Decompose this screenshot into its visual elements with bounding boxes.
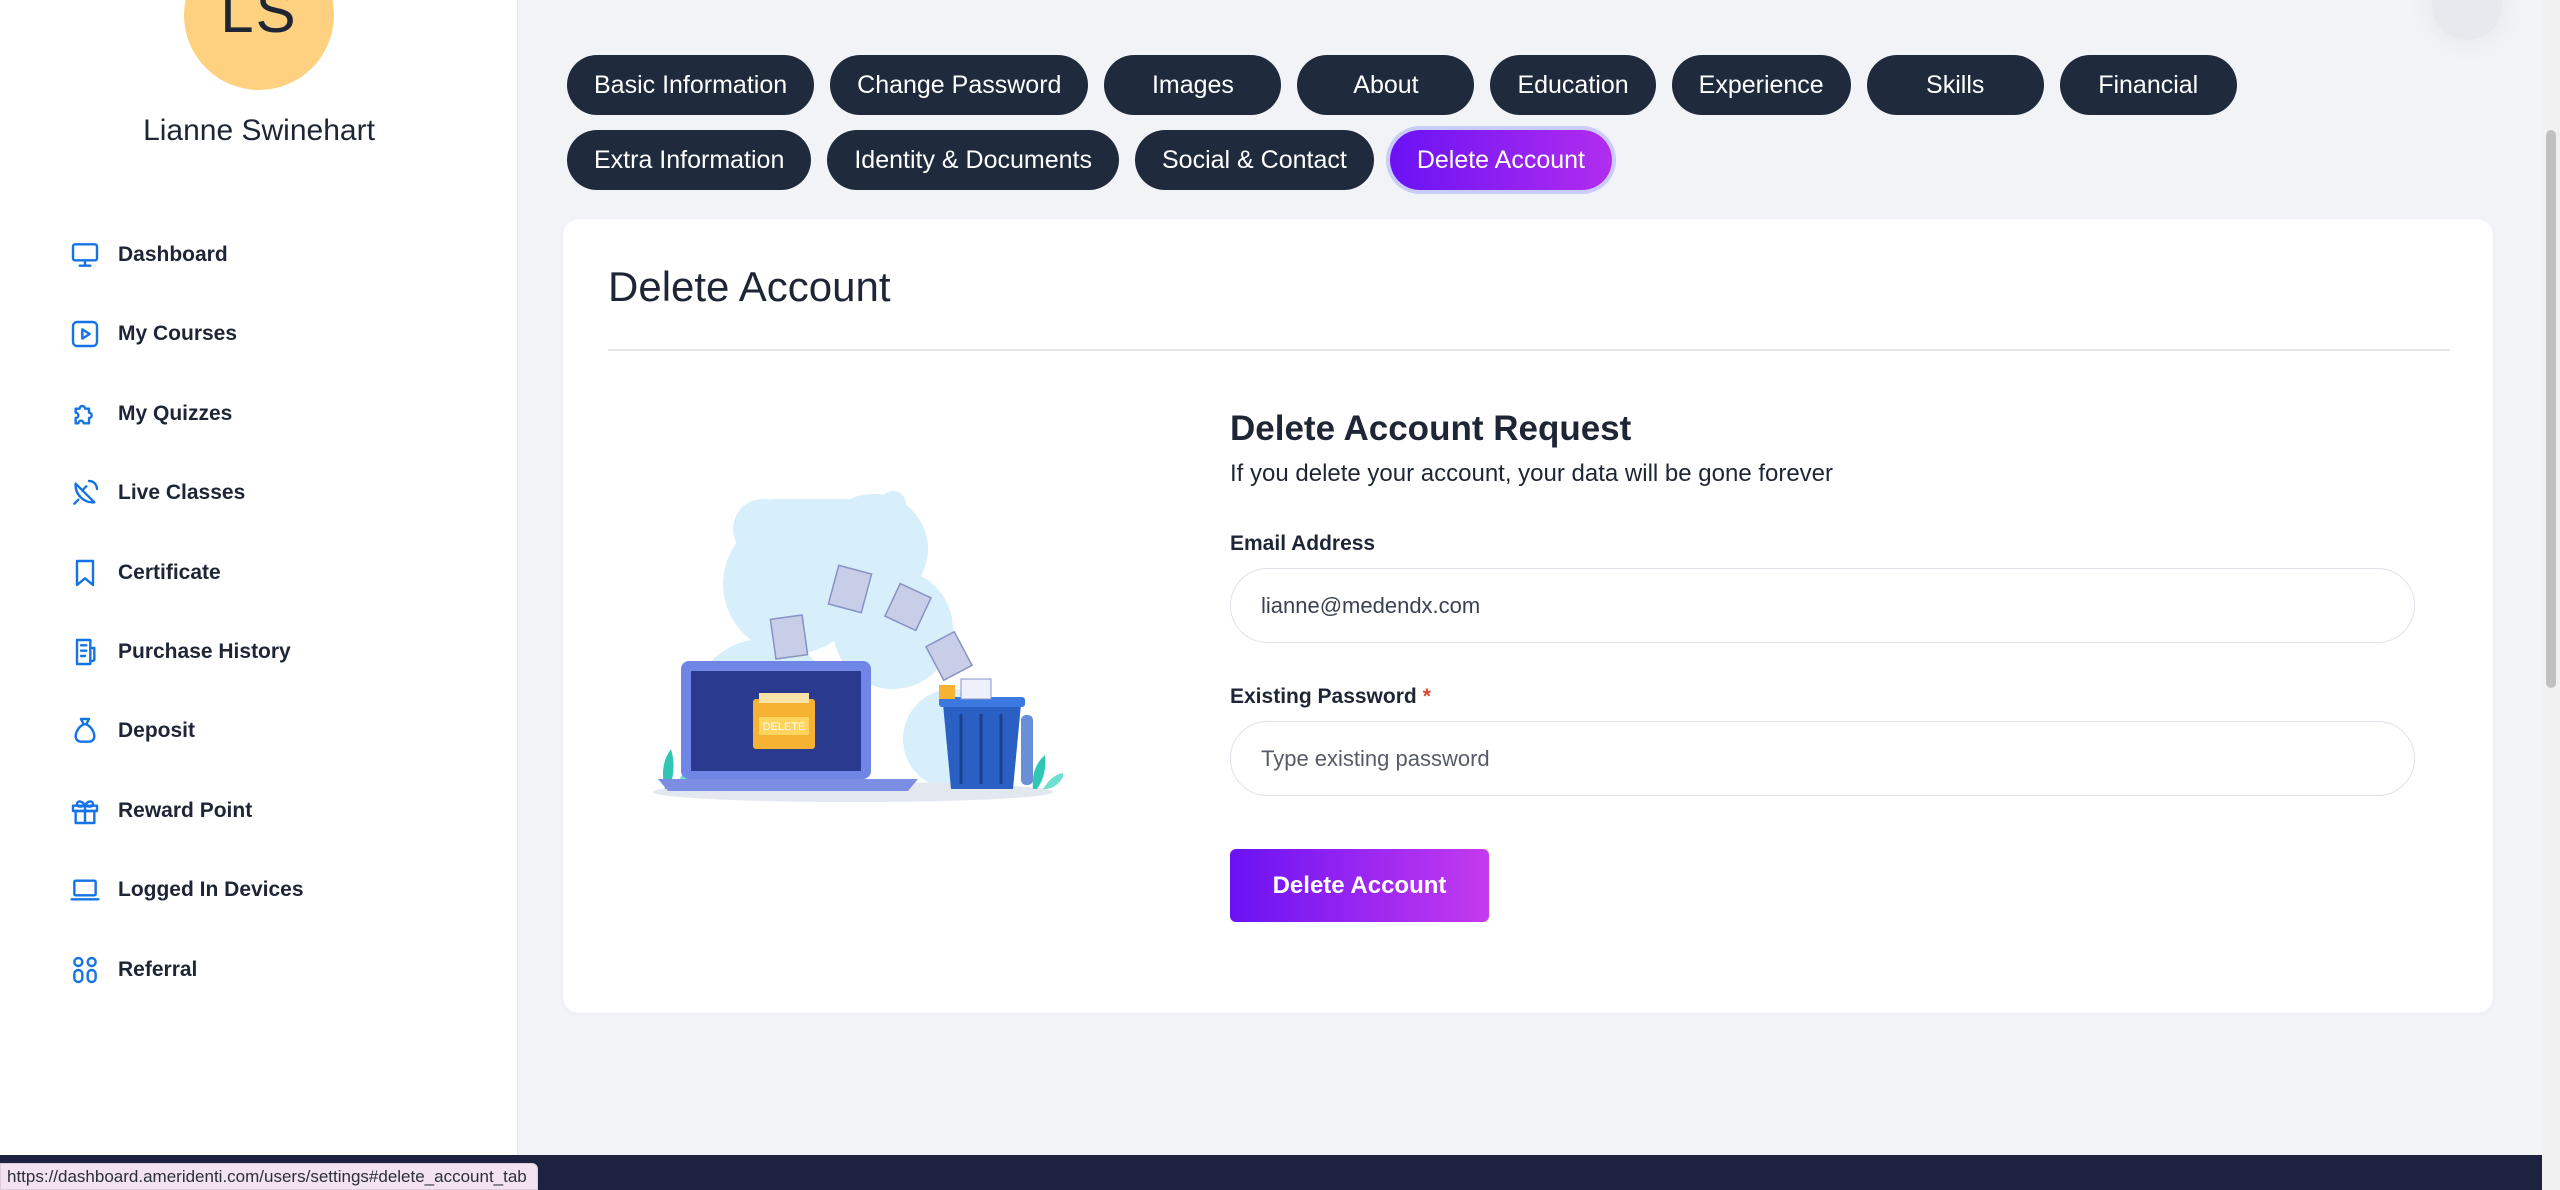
laptop-icon — [68, 873, 102, 907]
sidebar-item-label: Certificate — [118, 560, 221, 584]
sidebar-item-logged-in-devices[interactable]: Logged In Devices — [68, 870, 304, 910]
tab-identity-documents[interactable]: Identity & Documents — [827, 130, 1119, 190]
monitor-icon — [68, 238, 102, 272]
sidebar-item-label: Live Classes — [118, 481, 246, 505]
card-title: Delete Account — [608, 263, 891, 310]
users-icon — [68, 953, 102, 987]
sidebar-item-certificate[interactable]: Certificate — [68, 553, 304, 593]
sidebar-item-label: Reward Point — [118, 798, 253, 822]
tab-row-1: Basic Information Change Password Images… — [567, 55, 2367, 115]
settings-tabs: Basic Information Change Password Images… — [567, 55, 2367, 205]
user-name: Lianne Swinehart — [143, 114, 375, 147]
sidebar-item-live-classes[interactable]: Live Classes — [68, 473, 304, 513]
main-content: Basic Information Change Password Images… — [518, 0, 2542, 1155]
tab-basic-information[interactable]: Basic Information — [567, 55, 815, 115]
delete-account-button[interactable]: Delete Account — [1230, 849, 1489, 922]
email-label: Email Address — [1230, 532, 1376, 555]
delete-data-illustration: DELETE — [653, 491, 1063, 802]
scrollbar-thumb[interactable] — [2546, 130, 2556, 688]
email-field[interactable] — [1230, 568, 2415, 643]
tab-about[interactable]: About — [1297, 55, 1475, 115]
sidebar-item-label: Deposit — [118, 719, 196, 743]
delete-account-form: Delete Account Request If you delete you… — [1230, 409, 2415, 922]
page-heading-cutoff — [1238, 0, 1338, 4]
sidebar-item-dashboard[interactable]: Dashboard — [68, 235, 304, 275]
tab-row-2: Extra Information Identity & Documents S… — [567, 130, 2367, 190]
sidebar-item-label: My Quizzes — [118, 401, 233, 425]
delete-account-card: Delete Account DELETE Delete Account Req… — [563, 219, 2493, 1013]
tab-financial[interactable]: Financial — [2059, 55, 2237, 115]
password-label: Existing Password — [1230, 685, 1417, 708]
tab-skills[interactable]: Skills — [1866, 55, 2044, 115]
sidebar-item-label: Referral — [118, 957, 198, 981]
illustration-delete-text: DELETE — [763, 721, 806, 733]
receipt-icon — [68, 635, 102, 669]
sidebar-item-deposit[interactable]: Deposit — [68, 711, 304, 751]
request-title: Delete Account Request — [1230, 409, 1632, 448]
sidebar-menu: Dashboard My Courses My Quizzes Live Cla… — [68, 235, 304, 1029]
existing-password-field[interactable] — [1230, 721, 2415, 796]
avatar-initials: LS — [220, 0, 298, 45]
puzzle-icon — [68, 397, 102, 431]
tab-education[interactable]: Education — [1490, 55, 1656, 115]
tab-social-contact[interactable]: Social & Contact — [1134, 130, 1374, 190]
sidebar-item-my-quizzes[interactable]: My Quizzes — [68, 394, 304, 434]
sidebar: LS Lianne Swinehart Dashboard My Courses… — [0, 0, 518, 1190]
bookmark-icon — [68, 556, 102, 590]
page-scrollbar[interactable] — [2542, 0, 2560, 1190]
divider — [608, 349, 2450, 351]
sidebar-item-my-courses[interactable]: My Courses — [68, 314, 304, 354]
sidebar-item-purchase-history[interactable]: Purchase History — [68, 632, 304, 672]
header-avatar-cutoff[interactable] — [2432, 0, 2502, 40]
sidebar-item-label: My Courses — [118, 322, 238, 346]
gift-icon — [68, 794, 102, 828]
tab-experience[interactable]: Experience — [1671, 55, 1851, 115]
required-mark: * — [1422, 685, 1431, 708]
tab-images[interactable]: Images — [1104, 55, 1282, 115]
play-square-icon — [68, 317, 102, 351]
sidebar-item-label: Purchase History — [118, 639, 291, 663]
satellite-dish-icon — [68, 476, 102, 510]
money-bag-icon — [68, 714, 102, 748]
sidebar-item-label: Dashboard — [118, 243, 228, 266]
sidebar-item-reward-point[interactable]: Reward Point — [68, 791, 304, 831]
password-label-row: Existing Password * — [1230, 685, 2415, 709]
tab-extra-information[interactable]: Extra Information — [567, 130, 812, 190]
request-subtitle: If you delete your account, your data wi… — [1230, 460, 1834, 487]
sidebar-item-referral[interactable]: Referral — [68, 950, 304, 990]
tab-change-password[interactable]: Change Password — [830, 55, 1089, 115]
avatar[interactable]: LS — [184, 0, 334, 90]
tab-delete-account[interactable]: Delete Account — [1389, 130, 1612, 190]
sidebar-item-label: Logged In Devices — [118, 878, 304, 902]
status-bar-url: https://dashboard.ameridenti.com/users/s… — [0, 1163, 538, 1190]
